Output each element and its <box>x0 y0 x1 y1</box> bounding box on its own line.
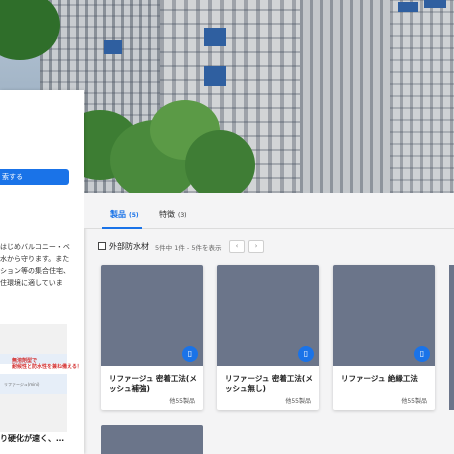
thumbnail-caption: リファージュ(mini) <box>4 382 40 387</box>
product-description: はじめバルコニー・ベ 水から守ります。また ション等の集合住宅、 住環境に適して… <box>0 243 70 287</box>
related-products-count: 他55製品 <box>401 398 427 405</box>
related-products-count: 他55製品 <box>169 398 195 405</box>
thumbnail-title: 無溶剤型で 耐候性と防水性を兼ね備える！ <box>12 358 82 370</box>
product-name: リファージュ 密着工法(メッシュ補強) <box>109 374 197 393</box>
active-tab-indicator <box>102 227 142 229</box>
tab-products[interactable]: 製品 (5) <box>110 209 139 220</box>
result-count: 5件中 1件 - 5件を表示 <box>155 244 222 252</box>
chevron-left-icon: ‹ <box>235 242 239 250</box>
product-name: リファージュ 密着工法(メッシュ無し) <box>225 374 313 393</box>
search-button[interactable]: 索する <box>0 169 69 185</box>
info-panel: 索する はじめバルコニー・ベ 水から守ります。また ション等の集合住宅、 住環境… <box>0 90 84 454</box>
window <box>204 28 226 46</box>
related-products-count: 他55製品 <box>285 398 311 405</box>
window <box>204 66 226 86</box>
prev-page-button[interactable]: ‹ <box>229 240 245 253</box>
tab-label: 特徴 <box>159 210 175 219</box>
filter-row: 外部防水材 5件中 1件 - 5件を表示 ‹ › <box>98 240 454 254</box>
document-icon[interactable]: ▯ <box>182 346 198 362</box>
product-card[interactable]: ▯ リファージュ 絶縁工法 他55製品 <box>333 265 435 410</box>
building-right <box>300 0 390 193</box>
category-checkbox[interactable] <box>98 242 106 250</box>
window <box>424 0 446 8</box>
tree-foliage <box>185 130 255 193</box>
product-name: リファージュ 絶縁工法 <box>341 374 418 383</box>
tab-count: (3) <box>178 212 187 219</box>
next-page-button[interactable]: › <box>248 240 264 253</box>
document-icon[interactable]: ▯ <box>414 346 430 362</box>
chevron-right-icon: › <box>254 242 258 250</box>
window <box>398 2 418 12</box>
tab-label: 製品 <box>110 210 126 219</box>
product-card-partial[interactable] <box>449 265 454 410</box>
product-card-next-row[interactable] <box>101 425 203 454</box>
tab-count: (5) <box>129 212 139 219</box>
article-title[interactable]: り硬化が速く、… <box>0 433 84 444</box>
document-icon[interactable]: ▯ <box>298 346 314 362</box>
video-thumbnail[interactable]: 無溶剤型で 耐候性と防水性を兼ね備える！ リファージュ(mini) <box>0 324 82 432</box>
category-label[interactable]: 外部防水材 <box>109 241 149 252</box>
thumbnail-banner: 無溶剤型で 耐候性と防水性を兼ね備える！ リファージュ(mini) <box>0 354 82 394</box>
product-card[interactable]: ▯ リファージュ 密着工法(メッシュ補強) 他55製品 <box>101 265 203 410</box>
product-card[interactable]: ▯ リファージュ 密着工法(メッシュ無し) 他55製品 <box>217 265 319 410</box>
tab-bar: 製品 (5) 特徴 (3) <box>84 193 454 229</box>
tab-features[interactable]: 特徴 (3) <box>159 209 187 220</box>
window <box>104 40 122 54</box>
building-far-right <box>390 0 454 193</box>
